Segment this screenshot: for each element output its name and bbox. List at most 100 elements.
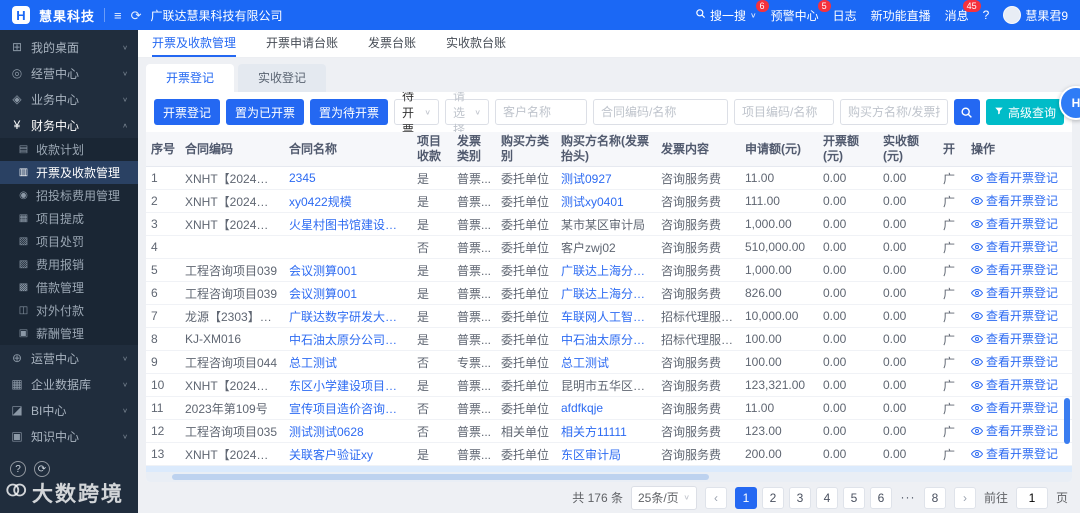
table-row[interactable]: 8KJ-XM016中石油太原分公司加油站点装...是普票...委托单位中石油太原… [146, 327, 1072, 351]
set-pending-button[interactable]: 置为待开票 [310, 99, 389, 125]
sidebar-subitem-0[interactable]: ▤ 收款计划 [0, 138, 138, 161]
cell-contract-name[interactable]: 会议测算001 [284, 258, 412, 282]
cell-buyer-name[interactable]: 相关方11111 [556, 419, 656, 443]
sidebar-subitem-3[interactable]: ▦ 项目提成 [0, 207, 138, 230]
cell-buyer-name[interactable]: 广联达上海分公司 [556, 281, 656, 305]
feature-live-link[interactable]: 新功能直播 [871, 7, 931, 24]
cell-contract-name[interactable]: xy0422规模 [284, 189, 412, 213]
table-row[interactable]: 7龙源【2303】HC-032广联达数字研发大厦项目咨询...是普票...委托单… [146, 304, 1072, 328]
user-menu[interactable]: 慧果君9 [1003, 6, 1068, 24]
project-code-name-input[interactable] [733, 99, 834, 125]
view-invoice-register-link[interactable]: 查看开票登记 [971, 238, 1058, 255]
page-number-5[interactable]: 5 [842, 486, 865, 509]
sidebar-subitem-2[interactable]: ◉ 招投标费用管理 [0, 184, 138, 207]
menu-toggle-icon[interactable]: ≡ [114, 9, 122, 22]
view-invoice-register-link[interactable]: 查看开票登记 [971, 215, 1058, 232]
page-number-1[interactable]: 1 [734, 486, 757, 509]
sidebar-item-0[interactable]: ⊞ 我的桌面 ∨ [0, 34, 138, 60]
warning-center-link[interactable]: 预警中心 5 [771, 0, 831, 24]
table-row[interactable]: 9 工程咨询项目044 总工测试否专票... 委托单位 总工测试 咨询服务费 100.00 0… [146, 350, 1072, 374]
refresh-icon[interactable]: ⟳ [131, 9, 142, 22]
horizontal-scrollbar[interactable] [146, 472, 1072, 482]
cell-buyer-name[interactable]: afdfkqje [556, 396, 656, 420]
page-number-8[interactable]: 8 [923, 486, 946, 509]
cell-buyer-name[interactable]: 广联达上海分公司 [556, 258, 656, 282]
cell-contract-name[interactable]: 东区小学建设项目结算审核咨... [284, 373, 412, 397]
page-number-2[interactable]: 2 [761, 486, 784, 509]
advanced-query-button[interactable]: 高级查询 [985, 99, 1064, 125]
sidebar-subitem-5[interactable]: ▨ 费用报销 [0, 253, 138, 276]
view-invoice-register-link[interactable]: 查看开票登记 [971, 353, 1058, 370]
sidebar-item-6[interactable]: ◪ BI中心 ∨ [0, 397, 138, 423]
cell-buyer-name[interactable]: 车联网人工智能卫委员会 [556, 304, 656, 328]
refresh-circle-icon[interactable]: ⟳ [34, 461, 50, 477]
page-number-4[interactable]: 4 [815, 486, 838, 509]
set-invoiced-button[interactable]: 置为已开票 [226, 99, 305, 125]
contract-code-name-input[interactable] [592, 99, 728, 125]
prev-page-button[interactable]: ‹ [704, 486, 727, 509]
global-search[interactable]: 搜一搜 ∨ 6 [695, 0, 769, 24]
next-page-button[interactable]: › [953, 486, 976, 509]
table-row[interactable]: 12 工程咨询项目035 测试测试0628 否普票... 相关单位 相关方11111 咨询服… [146, 419, 1072, 443]
page-size-select[interactable]: 25条/页 ∨ [630, 485, 697, 510]
vertical-scrollbar-thumb[interactable] [1064, 398, 1070, 444]
cell-buyer-name[interactable]: 东区审计局 [556, 442, 656, 466]
view-invoice-register-link[interactable]: 查看开票登记 [971, 376, 1058, 393]
cell-buyer-name[interactable]: 测试0927 [556, 166, 656, 190]
sidebar-item-5[interactable]: ▦ 企业数据库 ∨ [0, 371, 138, 397]
help-circle-icon[interactable]: ? [10, 461, 26, 477]
view-invoice-register-link[interactable]: 查看开票登记 [971, 307, 1058, 324]
sub-tab-1[interactable]: 实收登记 [238, 64, 327, 92]
cell-buyer-name[interactable]: 总工测试 [556, 350, 656, 374]
customer-name-input[interactable] [494, 99, 587, 125]
sub-tab-0[interactable]: 开票登记 [146, 64, 235, 92]
cell-contract-name[interactable]: 中石油太原分公司加油站点装... [284, 327, 412, 351]
table-row[interactable]: 11 2023年第109号 宣传项目造价咨询合同1 否普票... 委托单位 afdfkqj… [146, 396, 1072, 420]
cell-contract-name[interactable]: 会议测算001 [284, 281, 412, 305]
sidebar-item-1[interactable]: ◎ 经营中心 ∨ [0, 60, 138, 86]
cell-contract-name[interactable]: 火星村图书馆建设项目-工程结... [284, 212, 412, 236]
goto-page-input[interactable] [1015, 486, 1048, 509]
page-tab-2[interactable]: 发票台账 [368, 30, 416, 57]
view-invoice-register-link[interactable]: 查看开票登记 [971, 261, 1058, 278]
sidebar-subitem-4[interactable]: ▧ 项目处罚 [0, 230, 138, 253]
table-row[interactable]: 10XNHT【2024】012东区小学建设项目结算审核咨...是普票...委托单… [146, 373, 1072, 397]
table-row[interactable]: 1 XNHT【2024】044 2345 是普票... 委托单位 测试0927 咨询服务费 1… [146, 166, 1072, 190]
sidebar-item-4[interactable]: ⊕ 运营中心 ∨ [0, 345, 138, 371]
horizontal-scrollbar-thumb[interactable] [172, 474, 710, 480]
cell-contract-name[interactable]: 测试测试0628 [284, 419, 412, 443]
view-invoice-register-link[interactable]: 查看开票登记 [971, 445, 1058, 462]
sidebar-item-3[interactable]: ¥ 财务中心 ∧ [0, 112, 138, 138]
sidebar-subitem-1[interactable]: ▥ 开票及收款管理 [0, 161, 138, 184]
view-invoice-register-link[interactable]: 查看开票登记 [971, 422, 1058, 439]
cell-contract-name[interactable]: 总工测试 [284, 350, 412, 374]
invoice-status-select[interactable]: 待开票 ∨ [394, 92, 439, 137]
log-link[interactable]: 日志 [833, 7, 857, 24]
buyer-name-input[interactable] [839, 99, 948, 125]
table-row[interactable]: 6 工程咨询项目039 会议测算001 是普票... 委托单位 广联达上海分公司 咨询服务费… [146, 281, 1072, 305]
sidebar-subitem-6[interactable]: ▩ 借款管理 [0, 276, 138, 299]
view-invoice-register-link[interactable]: 查看开票登记 [971, 399, 1058, 416]
table-row[interactable]: 2 XNHT【2024】015 xy0422规模是普票... 委托单位 测试xy0401… [146, 189, 1072, 213]
table-row[interactable]: 13 XNHT【2024】008 关联客户验证xy 是普票... 委托单位 东区审计局 咨询… [146, 442, 1072, 466]
view-invoice-register-link[interactable]: 查看开票登记 [971, 169, 1058, 186]
cell-contract-name[interactable]: 广联达数字研发大厦项目咨询... [284, 304, 412, 328]
page-tab-1[interactable]: 开票申请台账 [266, 30, 338, 57]
cell-contract-name[interactable]: 2345 [284, 166, 412, 190]
sidebar-item-2[interactable]: ◈ 业务中心 ∨ [0, 86, 138, 112]
sidebar-item-7[interactable]: ▣ 知识中心 ∨ [0, 423, 138, 449]
cell-buyer-name[interactable]: 中石油太原分公司 [556, 327, 656, 351]
cell-buyer-name[interactable]: 测试xy0401 [556, 189, 656, 213]
cell-contract-name[interactable]: 关联客户验证xy [284, 442, 412, 466]
table-row[interactable]: 4 否普票... 委托单位 客户zwj02 咨询服务费 510,000.00 0.00 0.0… [146, 235, 1072, 259]
view-invoice-register-link[interactable]: 查看开票登记 [971, 330, 1058, 347]
generic-select[interactable]: 请选择 ∨ [444, 92, 489, 137]
table-row[interactable]: 3XNHT【2024】037火星村图书馆建设项目-工程结...是普票...委托单… [146, 212, 1072, 236]
invoice-register-button[interactable]: 开票登记 [154, 99, 221, 125]
view-invoice-register-link[interactable]: 查看开票登记 [971, 284, 1058, 301]
page-tab-3[interactable]: 实收款台账 [446, 30, 506, 57]
cell-contract-name[interactable]: 宣传项目造价咨询合同1 [284, 396, 412, 420]
help-button[interactable]: ? [983, 8, 990, 22]
page-number-6[interactable]: 6 [869, 486, 892, 509]
view-invoice-register-link[interactable]: 查看开票登记 [971, 192, 1058, 209]
